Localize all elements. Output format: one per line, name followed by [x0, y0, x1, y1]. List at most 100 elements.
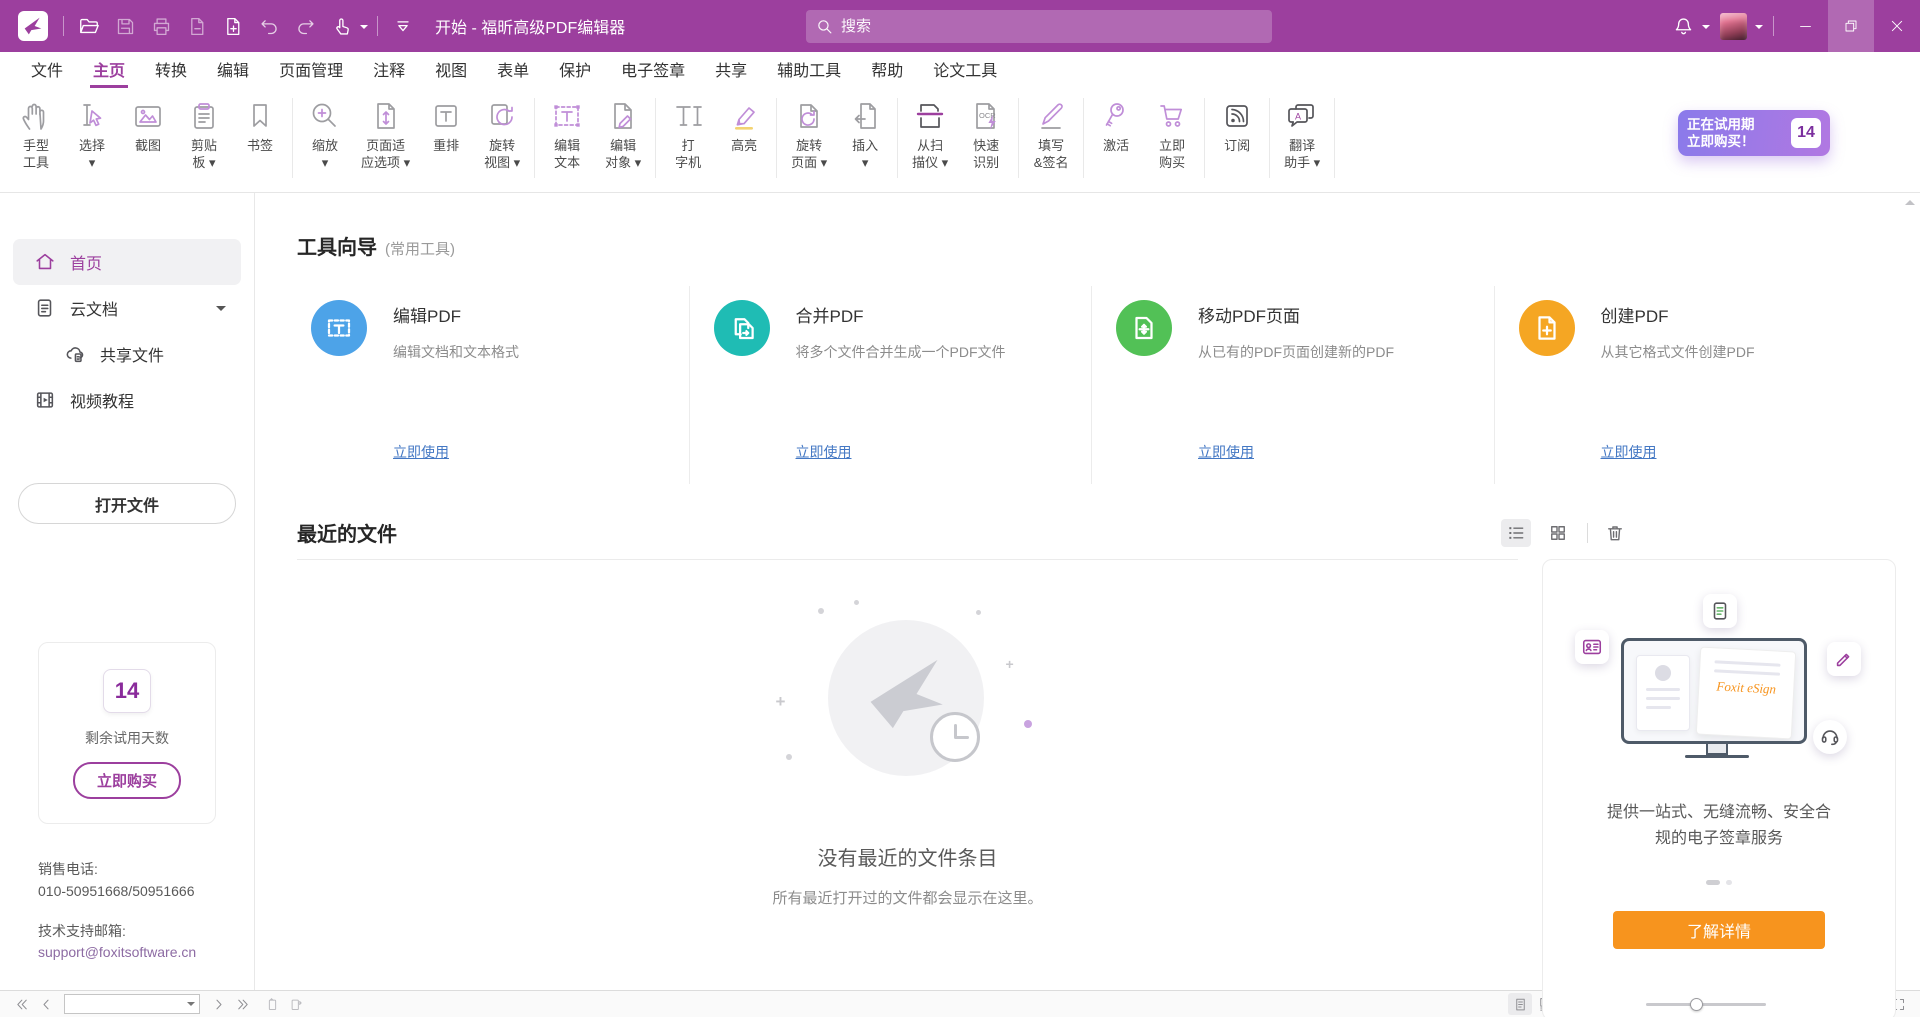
clear-recent-trash-button[interactable] — [1600, 519, 1630, 547]
buy-now-button[interactable]: 立即购买 — [1144, 94, 1200, 173]
edit-object-button[interactable]: 编辑对象 ▾ — [595, 94, 651, 173]
add-page-button[interactable] — [215, 0, 251, 52]
sidebar-item-home[interactable]: 首页 — [13, 239, 241, 285]
menu-view[interactable]: 视图 — [432, 52, 470, 88]
menu-help[interactable]: 帮助 — [868, 52, 906, 88]
print-button[interactable] — [143, 0, 179, 52]
chevron-down-icon[interactable] — [216, 306, 226, 316]
from-scanner-button[interactable]: 从扫描仪 ▾ — [902, 94, 958, 173]
page-number-input[interactable] — [69, 997, 187, 1011]
previous-page-button[interactable] — [34, 993, 58, 1015]
ribbon-label: 立即 — [1159, 137, 1185, 154]
zoom-button[interactable]: 缩放▾ — [297, 94, 353, 173]
select-tool-button[interactable]: 选择▾ — [64, 94, 120, 173]
hand-tool-button[interactable]: 手型工具 — [8, 94, 64, 173]
notifications-bell-icon[interactable] — [1665, 0, 1701, 52]
trial-days-number: 14 — [103, 669, 151, 713]
use-now-link[interactable]: 立即使用 — [393, 442, 671, 462]
activate-button[interactable]: 激活 — [1088, 94, 1144, 173]
menu-share[interactable]: 共享 — [712, 52, 750, 88]
notifications-dropdown-icon[interactable] — [1702, 25, 1710, 33]
support-email-link[interactable]: support@foxitsoftware.cn — [38, 942, 244, 964]
zoom-slider[interactable] — [1646, 1003, 1766, 1006]
next-page-button[interactable] — [206, 993, 230, 1015]
open-file-main-button[interactable]: 打开文件 — [18, 483, 236, 524]
user-avatar[interactable] — [1720, 13, 1747, 40]
snapshot-button[interactable]: 截图 — [120, 94, 176, 173]
open-file-button[interactable] — [71, 0, 107, 52]
esign-promo-text: 提供一站式、无缝流畅、安全合 规的电子签章服务 — [1543, 800, 1895, 852]
esign-text-line1: 提供一站式、无缝流畅、安全合 — [1543, 800, 1895, 826]
ribbon-label: 填写 — [1038, 137, 1064, 154]
touch-mode-dropdown-icon[interactable] — [360, 25, 368, 33]
search-bar[interactable] — [806, 10, 1272, 43]
menu-accessibility[interactable]: 辅助工具 — [774, 52, 844, 88]
zoom-slider-thumb[interactable] — [1690, 998, 1703, 1011]
ribbon-label: 旋转 — [489, 137, 515, 154]
sidebar-item-cloud-docs[interactable]: 云文档 — [0, 285, 254, 331]
menu-form[interactable]: 表单 — [494, 52, 532, 88]
menu-paper-tools[interactable]: 论文工具 — [930, 52, 1000, 88]
menu-home[interactable]: 主页 — [90, 52, 128, 88]
carousel-dots[interactable] — [1543, 880, 1895, 885]
collapse-ribbon-button[interactable] — [385, 0, 421, 52]
menu-page-organize[interactable]: 页面管理 — [276, 52, 346, 88]
menu-file[interactable]: 文件 — [28, 52, 66, 88]
list-view-button[interactable] — [1501, 519, 1531, 547]
subscribe-button[interactable]: 订阅 — [1209, 94, 1265, 173]
fill-sign-button[interactable]: 填写&签名 — [1023, 94, 1079, 173]
edit-text-button[interactable]: 编辑文本 — [539, 94, 595, 173]
use-now-link[interactable]: 立即使用 — [796, 442, 1074, 462]
highlight-button[interactable]: 高亮 — [716, 94, 772, 173]
rotate-page-button[interactable]: 旋转页面 ▾ — [781, 94, 837, 173]
card-merge-pdf[interactable]: 合并PDF 将多个文件合并生成一个PDF文件 立即使用 — [689, 286, 1092, 484]
use-now-link[interactable]: 立即使用 — [1198, 442, 1476, 462]
divider — [377, 16, 378, 36]
ribbon-label: 助手 ▾ — [1284, 154, 1320, 171]
card-move-pdf-pages[interactable]: 移动PDF页面 从已有的PDF页面创建新的PDF 立即使用 — [1091, 286, 1494, 484]
fit-page-button[interactable]: 页面适应选项 ▾ — [353, 94, 418, 173]
menu-esign[interactable]: 电子签章 — [618, 52, 688, 88]
close-button[interactable] — [1874, 0, 1920, 52]
menu-edit[interactable]: 编辑 — [214, 52, 252, 88]
quick-ocr-button[interactable]: OCR 快速识别 — [958, 94, 1014, 173]
dot-decor — [854, 600, 859, 605]
rotate-view-button[interactable]: 旋转视图 ▾ — [474, 94, 530, 173]
ribbon-label: ▾ — [862, 154, 869, 171]
trial-period-badge[interactable]: 正在试用期 立即购买！ 14 — [1678, 110, 1830, 156]
clipboard-button[interactable]: 剪贴板 ▾ — [176, 94, 232, 173]
undo-button[interactable] — [251, 0, 287, 52]
insert-page-button[interactable]: 插入▾ — [837, 94, 893, 173]
page-number-combobox[interactable] — [64, 994, 200, 1014]
save-button[interactable] — [107, 0, 143, 52]
card-edit-pdf[interactable]: 编辑PDF 编辑文档和文本格式 立即使用 — [297, 286, 689, 484]
sidebar-item-video-tutorials[interactable]: 视频教程 — [0, 377, 254, 423]
restore-window-button[interactable] — [1828, 0, 1874, 52]
last-page-button[interactable] — [230, 993, 254, 1015]
redo-button[interactable] — [287, 0, 323, 52]
minimize-button[interactable] — [1782, 0, 1828, 52]
scrollbar-up-arrow[interactable] — [1905, 195, 1915, 205]
learn-more-button[interactable]: 了解详情 — [1613, 911, 1825, 949]
menu-comment[interactable]: 注释 — [370, 52, 408, 88]
card-create-pdf[interactable]: 创建PDF 从其它格式文件创建PDF 立即使用 — [1494, 286, 1897, 484]
scanner-icon — [910, 96, 950, 136]
typewriter-button[interactable]: 打字机 — [660, 94, 716, 173]
bookmark-button[interactable]: 书签 — [232, 94, 288, 173]
account-dropdown-icon[interactable] — [1755, 25, 1763, 33]
ribbon-label: 高亮 — [731, 137, 757, 154]
chevron-down-icon[interactable] — [187, 1002, 195, 1010]
menu-protect[interactable]: 保护 — [556, 52, 594, 88]
grid-view-button[interactable] — [1543, 519, 1573, 547]
translate-assistant-button[interactable]: A 翻译助手 ▾ — [1274, 94, 1330, 173]
menu-convert[interactable]: 转换 — [152, 52, 190, 88]
first-page-button[interactable] — [10, 993, 34, 1015]
previous-view-button[interactable] — [260, 993, 284, 1015]
sidebar-item-shared-files[interactable]: 共享文件 — [0, 331, 254, 377]
reflow-button[interactable]: 重排 — [418, 94, 474, 173]
delete-page-button[interactable] — [179, 0, 215, 52]
search-input[interactable] — [841, 18, 1262, 35]
use-now-link[interactable]: 立即使用 — [1601, 442, 1879, 462]
touch-mode-button[interactable] — [323, 0, 359, 52]
buy-now-pill-button[interactable]: 立即购买 — [73, 762, 181, 799]
